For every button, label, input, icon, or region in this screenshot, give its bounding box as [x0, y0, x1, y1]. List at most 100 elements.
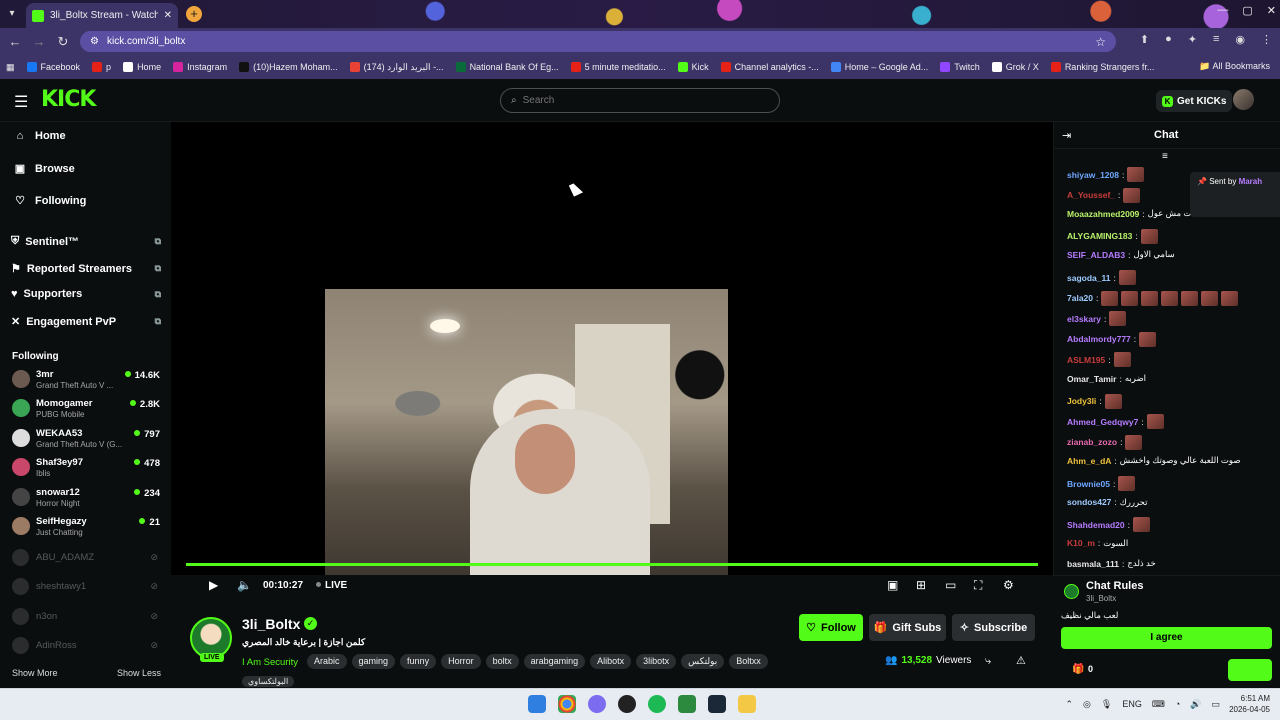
all-bookmarks-button[interactable]: 📁 All Bookmarks: [1193, 61, 1270, 72]
bookmark-item[interactable]: p: [92, 62, 111, 72]
settings-gear-icon[interactable]: ⚙: [1003, 578, 1014, 592]
microphone-icon[interactable]: 🎙: [1101, 699, 1112, 710]
following-channel[interactable]: Momogamer PUBG Mobile 2.8K: [12, 396, 160, 422]
share-icon[interactable]: ⤷: [985, 655, 991, 668]
back-icon[interactable]: ←: [8, 34, 22, 49]
tool-reported-streamers[interactable]: ⚑ Reported Streamers ⧉: [11, 262, 161, 276]
agree-button[interactable]: I agree: [1061, 627, 1272, 649]
app-icon[interactable]: [618, 695, 636, 713]
following-offline-channel[interactable]: ABU_ADAMZ ⊘: [12, 548, 160, 568]
stream-tag[interactable]: arabgaming: [523, 654, 586, 669]
following-channel[interactable]: WEKAA53 Grand Theft Auto V (G... 797: [12, 426, 160, 452]
extensions-puzzle-icon[interactable]: ✦: [1188, 33, 1197, 46]
follow-button[interactable]: ♡ Follow: [799, 614, 863, 641]
language-indicator[interactable]: ENG: [1122, 699, 1142, 710]
tool-engagement-pvp[interactable]: ✕ Engagement PvP ⧉: [11, 315, 161, 329]
chat-username[interactable]: ASLM195: [1067, 355, 1105, 365]
miniplayer-icon[interactable]: ▣: [887, 578, 898, 592]
popout-icon[interactable]: ⧉: [155, 236, 161, 247]
clip-icon[interactable]: ⊞: [916, 578, 926, 592]
kick-logo[interactable]: KICK: [41, 87, 96, 112]
chat-username[interactable]: shiyaw_1208: [1067, 170, 1119, 180]
tool-sentinel[interactable]: ⛨ Sentinel™ ⧉: [11, 235, 161, 248]
chat-username[interactable]: zianab_zozo: [1067, 437, 1117, 447]
send-button[interactable]: [1228, 659, 1272, 681]
following-offline-channel[interactable]: n3on ⊘: [12, 607, 160, 627]
nav-home[interactable]: ⌂ Home: [14, 130, 66, 142]
chat-username[interactable]: el3skary: [1067, 314, 1101, 324]
popout-icon[interactable]: ⧉: [155, 316, 161, 327]
search-bar[interactable]: ⌕: [500, 88, 780, 113]
chat-username[interactable]: 7ala20: [1067, 293, 1093, 303]
stream-tag[interactable]: Boltxx: [729, 654, 768, 669]
chat-username[interactable]: A_Youssef_: [1067, 190, 1115, 200]
tool-supporters[interactable]: ♥ Supporters ⧉: [11, 288, 161, 300]
bookmark-item[interactable]: Ranking Strangers fr...: [1050, 62, 1154, 72]
chat-username[interactable]: ALYGAMING183: [1067, 231, 1132, 241]
chat-username[interactable]: K10_m: [1067, 538, 1095, 548]
user-avatar[interactable]: [1233, 89, 1254, 110]
battery-icon[interactable]: ▭: [1211, 699, 1220, 710]
stream-tag[interactable]: gaming: [351, 654, 396, 669]
chat-username[interactable]: SEIF_ALDAB3: [1067, 250, 1125, 260]
bookmark-item[interactable]: Facebook: [26, 62, 80, 72]
bookmark-item[interactable]: Channel analytics -...: [720, 62, 819, 72]
stream-tag[interactable]: Alibotx: [590, 654, 632, 669]
search-input[interactable]: [522, 95, 753, 106]
tab-close-icon[interactable]: ✕: [164, 10, 172, 21]
site-info-icon[interactable]: ⚙: [90, 36, 99, 47]
stream-tag-extra[interactable]: البولتكساوي: [242, 676, 295, 687]
network-icon[interactable]: ⌨: [1152, 699, 1165, 710]
video-frame[interactable]: [325, 289, 728, 575]
bookmark-item[interactable]: Home: [123, 62, 161, 72]
bookmark-star-icon[interactable]: ☆: [1095, 35, 1106, 49]
nav-browse[interactable]: ▣ Browse: [14, 162, 75, 176]
profile-icon[interactable]: ◉: [1235, 33, 1245, 46]
xbox-icon[interactable]: [678, 695, 696, 713]
tray-app-icon[interactable]: ◎: [1083, 699, 1091, 710]
following-channel[interactable]: 3mr Grand Theft Auto V ... 14.6K: [12, 367, 160, 393]
nav-following[interactable]: ♡ Following: [14, 194, 86, 208]
player-progress-bar[interactable]: [186, 563, 1038, 566]
bookmark-item[interactable]: (10)Hazem Moham...: [239, 62, 338, 72]
bookmark-item[interactable]: National Bank Of Eg...: [455, 62, 559, 72]
chat-username[interactable]: Moaazahmed2009: [1067, 209, 1139, 219]
collapse-chat-icon[interactable]: ⇥: [1062, 129, 1071, 142]
popout-icon[interactable]: ⧉: [155, 289, 161, 300]
chat-username[interactable]: Ahmed_Gedqwy7: [1067, 417, 1138, 427]
bookmark-item[interactable]: Kick: [677, 62, 709, 72]
volume-icon[interactable]: 🔈: [237, 578, 252, 592]
chat-username[interactable]: Omar_Tamir: [1067, 374, 1116, 384]
stream-tag[interactable]: boltx: [485, 654, 519, 669]
bookmark-item[interactable]: Instagram: [173, 62, 227, 72]
file-explorer-icon[interactable]: [738, 695, 756, 713]
following-channel[interactable]: Shaf3ey97 Iblis 478: [12, 455, 160, 481]
bookmark-item[interactable]: Home – Google Ad...: [830, 62, 928, 72]
bookmark-item[interactable]: Grok / X: [991, 62, 1039, 72]
chat-username[interactable]: Jody3li: [1067, 396, 1096, 406]
kicks-gift-icon[interactable]: 🎁: [1072, 664, 1084, 675]
gift-subs-button[interactable]: 🎁 Gift Subs: [869, 614, 946, 641]
spotify-icon[interactable]: [648, 695, 666, 713]
chat-username[interactable]: basmala_111: [1067, 559, 1119, 569]
stream-tag[interactable]: Arabic: [307, 654, 347, 669]
play-icon[interactable]: ▶: [209, 578, 218, 592]
chat-filter-icon[interactable]: ≡: [1162, 151, 1168, 162]
taskbar-clock[interactable]: 6:51 AM 2026-04-05: [1229, 693, 1270, 715]
extension-icon[interactable]: ⬆: [1140, 33, 1149, 46]
chat-username[interactable]: Ahm_e_dA: [1067, 456, 1111, 466]
close-window-icon[interactable]: ✕: [1267, 4, 1276, 17]
fullscreen-icon[interactable]: ⛶: [974, 578, 982, 593]
apps-grid-icon[interactable]: ▦: [6, 62, 15, 73]
chat-username[interactable]: Shahdemad20: [1067, 520, 1125, 530]
menu-hamburger-icon[interactable]: ☰: [14, 92, 28, 112]
chat-username[interactable]: sondos427: [1067, 497, 1111, 507]
stream-tag[interactable]: بولتكس: [681, 654, 725, 669]
subscribe-button[interactable]: ✧ Subscribe: [952, 614, 1035, 641]
bookmark-item[interactable]: (174) البريد الوارد -...: [349, 62, 444, 73]
chrome-menu-icon[interactable]: ⋮: [1261, 33, 1272, 46]
extension-circle-icon[interactable]: ●: [1165, 33, 1172, 46]
wifi-icon[interactable]: ◔: [1175, 699, 1180, 710]
reload-icon[interactable]: ↻: [56, 34, 70, 50]
theater-mode-icon[interactable]: ▭: [945, 578, 956, 592]
